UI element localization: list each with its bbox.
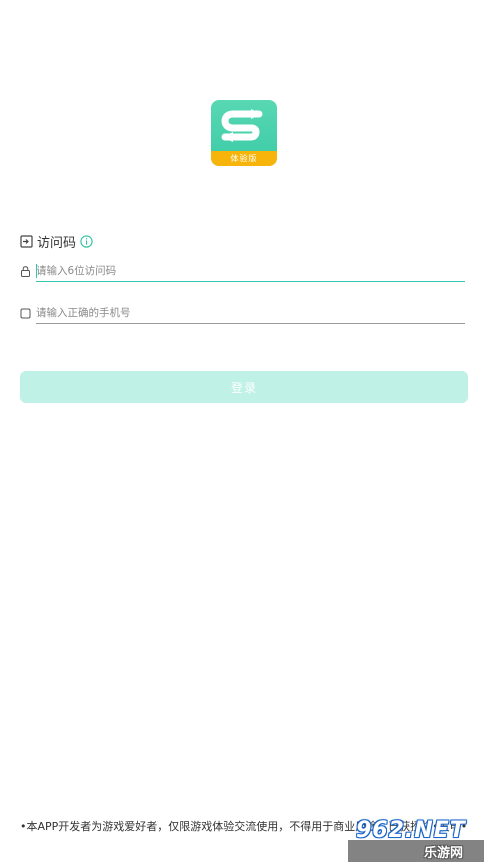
watermark-bottom-text: 乐游网 bbox=[424, 846, 464, 861]
access-code-underline bbox=[36, 281, 465, 282]
phone-field bbox=[20, 303, 465, 323]
access-code-title: 访问码 bbox=[37, 235, 77, 251]
app-logo: 体验版 bbox=[211, 100, 277, 166]
access-code-header: 访问码 bbox=[20, 232, 93, 251]
login-icon bbox=[20, 234, 33, 248]
s-arrows-logo-icon bbox=[221, 109, 263, 142]
watermark-background bbox=[348, 840, 484, 862]
phone-underline bbox=[36, 323, 465, 324]
watermark-top-text: 962.NET bbox=[356, 818, 466, 843]
info-icon[interactable] bbox=[80, 234, 93, 248]
site-watermark: 962.NET 乐游网 bbox=[348, 818, 484, 862]
lock-icon bbox=[21, 265, 30, 277]
login-button[interactable]: 登录 bbox=[20, 371, 468, 403]
logo-badge: 体验版 bbox=[211, 151, 277, 166]
phone-icon bbox=[20, 308, 31, 318]
text-cursor bbox=[36, 264, 37, 278]
access-code-input[interactable] bbox=[36, 261, 465, 281]
login-page: 体验版 访问码 登录 •本APP开发者为游戏爱好者，仅限游戏体验交流使用 bbox=[0, 0, 488, 867]
phone-input[interactable] bbox=[36, 303, 465, 323]
access-code-field bbox=[20, 261, 465, 281]
